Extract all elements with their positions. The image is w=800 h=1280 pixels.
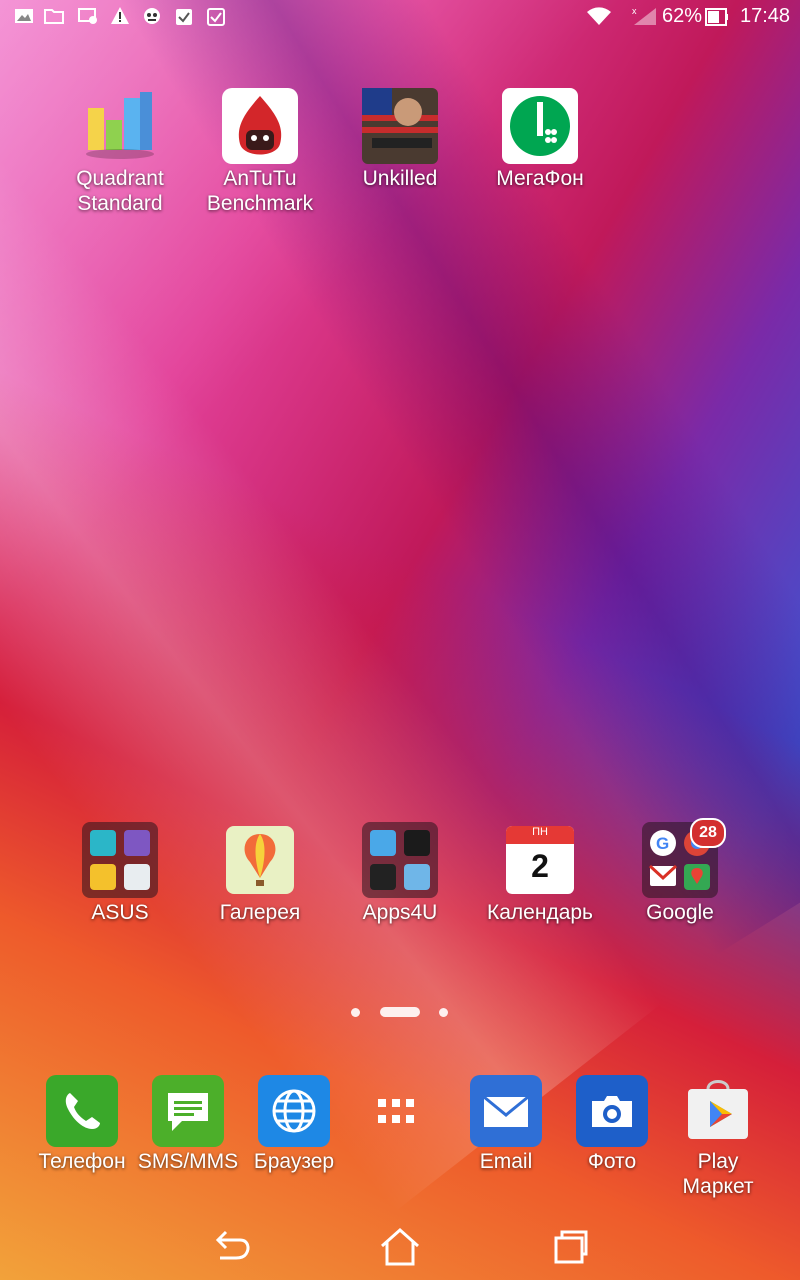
app-drawer-icon <box>364 1075 436 1147</box>
signal-icon: x <box>632 6 656 25</box>
app-label: ASUS <box>91 901 149 924</box>
folder-icon <box>44 9 64 24</box>
app-label: Браузер <box>253 1150 335 1173</box>
svg-text:G: G <box>656 834 669 853</box>
app-label: Календарь <box>487 901 593 924</box>
antutu-icon <box>222 88 298 164</box>
calendar-date: 2 <box>531 848 549 884</box>
svg-text:x: x <box>632 6 637 16</box>
cast-icon <box>78 8 97 24</box>
app-label: Quadrant Standard <box>76 167 164 215</box>
page-dot-active[interactable] <box>380 1007 420 1017</box>
email-icon <box>470 1075 542 1147</box>
home-icon[interactable] <box>370 1222 430 1272</box>
unkilled-icon <box>362 88 438 164</box>
game-icon <box>144 8 160 24</box>
app-label: МегаФон <box>496 167 584 190</box>
asus-folder-icon <box>82 822 158 898</box>
app-calendar[interactable]: ПН 2 Календарь <box>470 822 610 925</box>
app-gallery[interactable]: Галерея <box>190 822 330 925</box>
calendar-day: ПН <box>532 826 548 838</box>
back-icon[interactable] <box>200 1222 260 1272</box>
status-bar: x 62% 17:48 <box>0 0 800 34</box>
quadrant-icon <box>82 88 158 164</box>
folder-google[interactable]: G 28 Google <box>610 818 750 925</box>
image-icon <box>15 9 33 23</box>
page-dot[interactable] <box>351 1008 360 1017</box>
phone-icon <box>46 1075 118 1147</box>
recents-icon[interactable] <box>540 1222 600 1272</box>
app-label: Google <box>646 901 714 924</box>
notification-badge: 28 <box>690 818 726 848</box>
battery-icon <box>705 8 728 26</box>
megafon-icon <box>502 88 578 164</box>
app-label: Unkilled <box>362 167 438 190</box>
clipboard-check-icon-2 <box>207 8 225 26</box>
app-quadrant-standard[interactable]: Quadrant Standard <box>50 88 190 216</box>
app-label: Галерея <box>219 901 301 924</box>
browser-icon <box>258 1075 330 1147</box>
warning-icon <box>111 7 129 24</box>
camera-icon <box>576 1075 648 1147</box>
app-antutu-benchmark[interactable]: AnTuTu Benchmark <box>190 88 330 216</box>
page-dot[interactable] <box>439 1008 448 1017</box>
navigation-bar <box>0 1210 800 1280</box>
page-indicator <box>0 1004 800 1020</box>
dock-play-store[interactable]: Play Маркет <box>648 1075 788 1199</box>
app-label: Play Маркет <box>682 1150 754 1198</box>
clock: 17:48 <box>740 5 791 27</box>
folder-apps4u[interactable]: Apps4U <box>330 822 470 925</box>
app-unkilled[interactable]: Unkilled <box>330 88 470 191</box>
google-folder-icon: G 28 <box>642 818 726 898</box>
wifi-icon <box>587 7 611 25</box>
calendar-icon: ПН 2 <box>502 822 578 898</box>
gallery-icon <box>222 822 298 898</box>
battery-percent: 62% <box>662 5 703 27</box>
app-megafon[interactable]: МегаФон <box>470 88 610 191</box>
play-store-icon <box>682 1075 754 1147</box>
clipboard-check-icon <box>176 9 192 25</box>
sms-icon <box>152 1075 224 1147</box>
apps4u-folder-icon <box>362 822 438 898</box>
app-label: Apps4U <box>362 901 438 924</box>
app-label: AnTuTu Benchmark <box>206 167 314 215</box>
folder-asus[interactable]: ASUS <box>50 822 190 925</box>
